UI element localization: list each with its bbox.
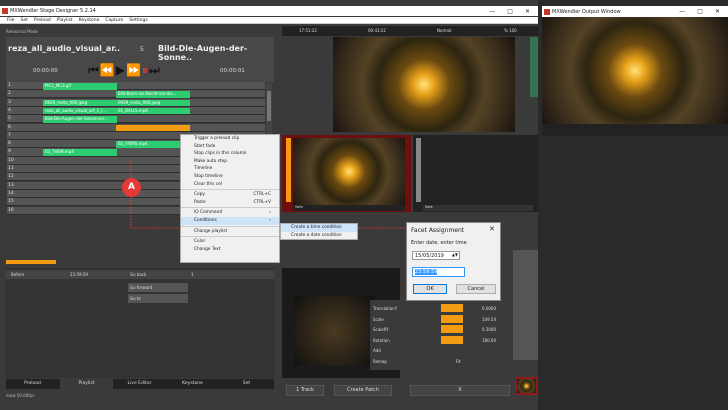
output-image	[542, 17, 728, 124]
output-minimize-icon[interactable]: —	[679, 8, 685, 15]
tab-live-editor[interactable]: Live Editor	[113, 379, 166, 389]
preview-header: 17:51:22 00:43:22 Normal % 100	[282, 26, 538, 36]
blend-mode[interactable]: Normal	[437, 28, 451, 33]
param-label: Add	[373, 348, 381, 353]
tab-set[interactable]: Set	[220, 379, 273, 389]
param-row[interactable]: ScaleRY 0.3000	[370, 325, 510, 334]
param-bar[interactable]	[441, 325, 463, 333]
slot-1-safe: Safe	[293, 205, 405, 211]
condition-before: Before	[11, 272, 25, 277]
param-label: Remap	[373, 358, 387, 364]
param-label: TranslationY	[373, 306, 398, 311]
output-close-icon[interactable]: ✕	[715, 8, 720, 15]
condition-value[interactable]: 1	[191, 272, 194, 277]
param-value: 0.0000	[482, 306, 496, 311]
side-controls	[513, 250, 538, 360]
param-bar[interactable]	[441, 314, 463, 323]
output-window: MXWendler Output Window — □ ✕	[542, 6, 728, 136]
fit-label[interactable]: Fit	[456, 359, 461, 364]
create-patch-button[interactable]: Create Patch	[334, 385, 392, 396]
time-field[interactable]: 23:59:59	[412, 267, 465, 277]
param-row[interactable]: Add	[370, 346, 510, 355]
param-value: 0.3000	[482, 327, 496, 332]
output-titlebar: MXWendler Output Window — □ ✕	[542, 6, 728, 17]
param-label: ScaleRY	[373, 327, 389, 332]
date-field[interactable]: 15/05/2019 ▲▼	[412, 251, 460, 260]
time-value: 23:59:59	[415, 269, 438, 275]
param-label: Scale	[373, 316, 384, 322]
param-row[interactable]: Scale 109.54	[370, 314, 510, 324]
param-bar[interactable]	[441, 304, 463, 312]
preview-mid-time: 00:43:22	[368, 28, 386, 33]
output-maximize-icon[interactable]: □	[697, 8, 703, 15]
status-fps: mxw 50.00fps	[6, 393, 35, 398]
ok-button[interactable]: OK	[413, 284, 447, 294]
condition-goback[interactable]: Go back	[130, 272, 146, 277]
output-logo-icon	[544, 8, 550, 15]
condition-time[interactable]: 23:59:59	[70, 272, 88, 277]
preview-left-time: 17:51:22	[299, 28, 317, 33]
param-row[interactable]: Rotation 180.00	[370, 335, 510, 345]
date-spin-icon[interactable]: ▲▼	[452, 252, 458, 257]
facet-dialog: Facet Assignment ✕ Enter date, enter tim…	[406, 222, 501, 301]
tab-preload[interactable]: Preload	[6, 379, 59, 389]
param-bar[interactable]	[441, 335, 463, 344]
main-preview-image	[333, 37, 515, 132]
param-value: 180.00	[482, 337, 496, 343]
condition-goto[interactable]: Go to	[128, 294, 188, 303]
condition-panel: Before 23:59:59 Go back 1 Go forward Go …	[6, 268, 274, 378]
tab-keystone[interactable]: Keystone	[166, 379, 219, 389]
close-patch-button[interactable]: X	[410, 385, 510, 396]
track-button[interactable]: 1 Track	[286, 385, 324, 396]
preview-percent: % 100	[504, 28, 517, 33]
date-value: 15/05/2019	[415, 253, 444, 259]
slot-1-image	[293, 138, 405, 205]
param-value: 109.54	[482, 316, 496, 322]
dialog-title: Facet Assignment	[411, 227, 465, 234]
slot-2-safe: Safe	[423, 205, 533, 211]
param-row[interactable]: Remap Fit	[370, 357, 510, 366]
output-title: MXWendler Output Window	[552, 8, 621, 15]
condition-forward[interactable]: Go forward	[128, 283, 188, 292]
dialog-close-icon[interactable]: ✕	[489, 225, 495, 233]
dialog-prompt: Enter date, enter time	[411, 240, 467, 246]
param-row[interactable]: TranslationY 0.0000	[370, 304, 510, 313]
parameter-panel: TranslationY 0.0000 Scale 109.54 ScaleRY 0.30…	[370, 300, 510, 370]
preview-slot-1[interactable]: Safe	[282, 135, 411, 212]
preview-slot-2[interactable]: Safe	[413, 135, 538, 212]
param-label: Rotation	[373, 337, 390, 343]
tab-playlist[interactable]: Playlist	[60, 379, 113, 389]
cancel-button[interactable]: Cancel	[456, 284, 496, 294]
level-meter	[530, 37, 538, 97]
thumbnail-image	[515, 377, 538, 395]
